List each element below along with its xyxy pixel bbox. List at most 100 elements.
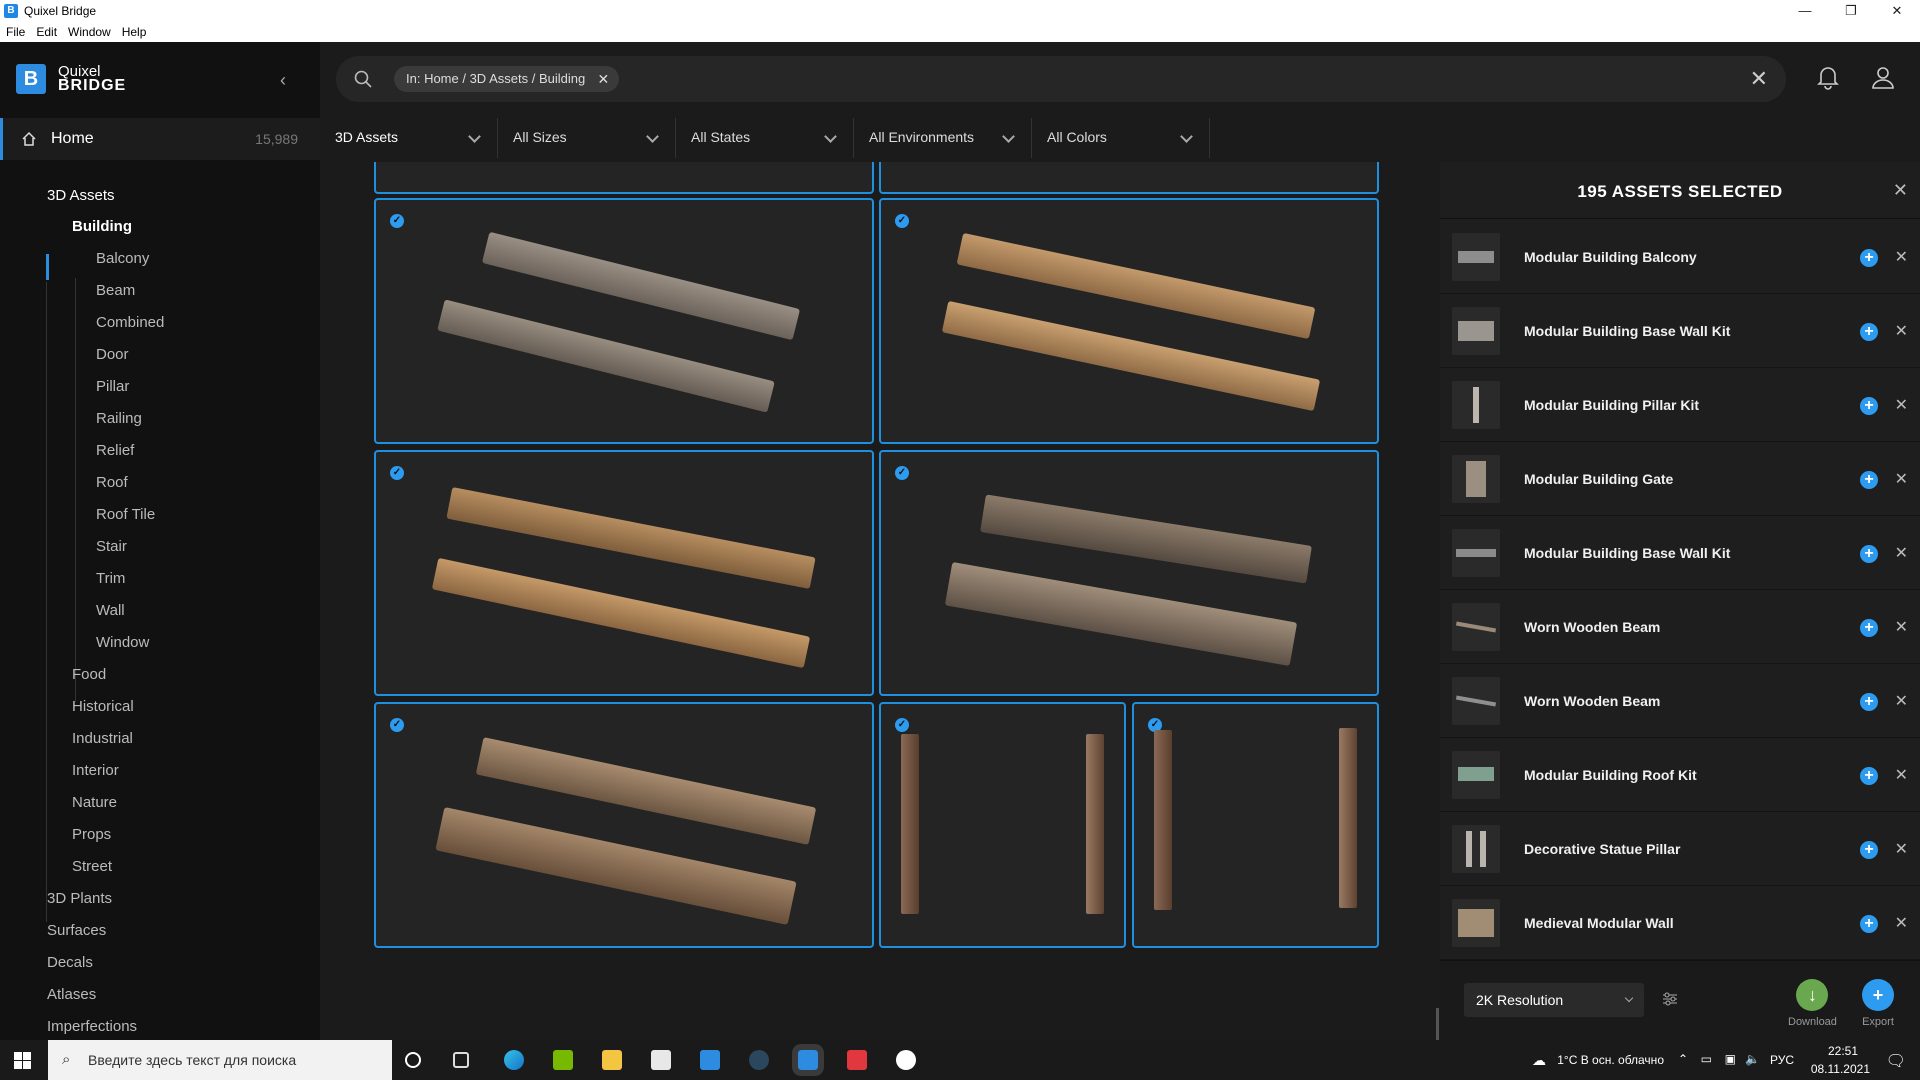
menu-help[interactable]: Help: [122, 25, 147, 39]
remove-icon[interactable]: ✕: [1895, 321, 1908, 341]
add-icon[interactable]: +: [1860, 767, 1878, 785]
task-view-icon[interactable]: [453, 1052, 469, 1068]
maximize-button[interactable]: ❐: [1828, 0, 1874, 22]
sidebar-item-trim[interactable]: Trim: [96, 570, 125, 587]
sidebar-item-combined[interactable]: Combined: [96, 314, 164, 331]
windows-start-icon[interactable]: [14, 1052, 31, 1069]
sidebar-item-3d-plants[interactable]: 3D Plants: [47, 890, 112, 907]
add-icon[interactable]: +: [1860, 693, 1878, 711]
selected-check-icon[interactable]: ✓: [390, 466, 404, 480]
asset-card[interactable]: ✓: [1132, 702, 1379, 948]
selected-check-icon[interactable]: ✓: [895, 466, 909, 480]
filter-environments[interactable]: All Environments: [854, 118, 1032, 158]
asset-card[interactable]: ✓: [879, 450, 1379, 696]
list-item[interactable]: Modular Building Pillar Kit + ✕: [1440, 368, 1920, 442]
grid-scrollbar[interactable]: [1436, 1008, 1439, 1040]
sidebar-item-roof-tile[interactable]: Roof Tile: [96, 506, 155, 523]
search-bar[interactable]: In: Home / 3D Assets / Building ✕ ✕: [336, 56, 1786, 102]
sidebar-item-imperfections[interactable]: Imperfections: [47, 1018, 137, 1035]
add-icon[interactable]: +: [1860, 471, 1878, 489]
resolution-select[interactable]: 2K Resolution: [1464, 983, 1644, 1017]
selected-check-icon[interactable]: ✓: [895, 718, 909, 732]
close-window-button[interactable]: ✕: [1874, 0, 1920, 22]
list-item[interactable]: Modular Building Balcony + ✕: [1440, 220, 1920, 294]
filter-sizes[interactable]: All Sizes: [498, 118, 676, 158]
unreal-engine-icon[interactable]: [896, 1050, 916, 1070]
filter-asset-type[interactable]: 3D Assets: [320, 118, 498, 158]
asset-card[interactable]: [879, 162, 1379, 194]
edge-icon[interactable]: [504, 1050, 524, 1070]
filter-colors[interactable]: All Colors: [1032, 118, 1210, 158]
sidebar-item-roof[interactable]: Roof: [96, 474, 128, 491]
remove-icon[interactable]: ✕: [1895, 247, 1908, 267]
asset-card[interactable]: ✓: [374, 198, 874, 444]
battery-icon[interactable]: ▭: [1701, 1052, 1712, 1066]
sidebar-item-railing[interactable]: Railing: [96, 410, 142, 427]
chevron-up-icon[interactable]: ⌃: [1678, 1052, 1688, 1066]
language-indicator[interactable]: РУС: [1770, 1053, 1794, 1067]
file-explorer-icon[interactable]: [602, 1050, 622, 1070]
weather-text[interactable]: 1°C В осн. облачно: [1557, 1053, 1664, 1067]
list-item[interactable]: Modular Building Base Wall Kit + ✕: [1440, 294, 1920, 368]
remove-icon[interactable]: ✕: [1895, 691, 1908, 711]
add-icon[interactable]: +: [1860, 545, 1878, 563]
asset-card[interactable]: ✓: [879, 198, 1379, 444]
user-account-icon[interactable]: [1870, 64, 1896, 90]
list-item[interactable]: Modular Building Base Wall Kit + ✕: [1440, 516, 1920, 590]
search-filter-chip[interactable]: In: Home / 3D Assets / Building ✕: [394, 66, 620, 92]
sliders-icon[interactable]: [1662, 991, 1678, 1007]
remove-icon[interactable]: ✕: [1895, 395, 1908, 415]
sidebar-item-historical[interactable]: Historical: [72, 698, 134, 715]
add-icon[interactable]: +: [1860, 915, 1878, 933]
sidebar-item-stair[interactable]: Stair: [96, 538, 127, 555]
sidebar-item-industrial[interactable]: Industrial: [72, 730, 133, 747]
clear-search-icon[interactable]: ✕: [1750, 66, 1768, 92]
nvidia-icon[interactable]: [553, 1050, 573, 1070]
sidebar-item-balcony[interactable]: Balcony: [96, 250, 149, 267]
menu-file[interactable]: File: [6, 25, 25, 39]
sidebar-item-atlases[interactable]: Atlases: [47, 986, 96, 1003]
asset-card[interactable]: ✓: [374, 702, 874, 948]
list-item[interactable]: Decorative Statue Pillar + ✕: [1440, 812, 1920, 886]
taskbar-search-input[interactable]: ⌕ Введите здесь текст для поиска: [48, 1040, 392, 1080]
remove-chip-icon[interactable]: ✕: [597, 66, 609, 92]
steam-icon[interactable]: [749, 1050, 769, 1070]
remove-icon[interactable]: ✕: [1895, 839, 1908, 859]
sidebar-item-pillar[interactable]: Pillar: [96, 378, 129, 395]
menu-window[interactable]: Window: [68, 25, 111, 39]
sidebar-item-props[interactable]: Props: [72, 826, 111, 843]
list-item[interactable]: Medieval Modular Wall + ✕: [1440, 886, 1920, 960]
notifications-bell-icon[interactable]: [1816, 64, 1840, 90]
sidebar-item-nature[interactable]: Nature: [72, 794, 117, 811]
app-m-icon[interactable]: [847, 1050, 867, 1070]
sidebar-item-building[interactable]: Building: [72, 218, 132, 235]
add-icon[interactable]: +: [1860, 249, 1878, 267]
weather-icon[interactable]: ☁: [1532, 1052, 1546, 1069]
remove-icon[interactable]: ✕: [1895, 913, 1908, 933]
sidebar-item-3d-assets[interactable]: 3D Assets: [47, 187, 115, 204]
sidebar-item-food[interactable]: Food: [72, 666, 106, 683]
selected-check-icon[interactable]: ✓: [390, 214, 404, 228]
remove-icon[interactable]: ✕: [1895, 765, 1908, 785]
sidebar-item-door[interactable]: Door: [96, 346, 129, 363]
remove-icon[interactable]: ✕: [1895, 469, 1908, 489]
list-item[interactable]: Worn Wooden Beam + ✕: [1440, 590, 1920, 664]
sidebar-item-street[interactable]: Street: [72, 858, 112, 875]
mail-icon[interactable]: [700, 1050, 720, 1070]
sidebar-item-window[interactable]: Window: [96, 634, 149, 651]
selected-check-icon[interactable]: ✓: [895, 214, 909, 228]
asset-card[interactable]: ✓: [374, 450, 874, 696]
notifications-icon[interactable]: 🗨: [1886, 1051, 1906, 1071]
add-icon[interactable]: +: [1860, 619, 1878, 637]
selected-check-icon[interactable]: ✓: [390, 718, 404, 732]
asset-card[interactable]: ✓: [879, 702, 1126, 948]
download-button[interactable]: ↓ Download: [1788, 979, 1837, 1028]
remove-icon[interactable]: ✕: [1895, 543, 1908, 563]
volume-icon[interactable]: 🔈: [1745, 1052, 1760, 1066]
sidebar-item-beam[interactable]: Beam: [96, 282, 135, 299]
network-icon[interactable]: ▣: [1725, 1052, 1736, 1066]
filter-states[interactable]: All States: [676, 118, 854, 158]
sidebar-item-wall[interactable]: Wall: [96, 602, 125, 619]
export-button[interactable]: + Export: [1862, 979, 1894, 1028]
asset-card[interactable]: [374, 162, 874, 194]
